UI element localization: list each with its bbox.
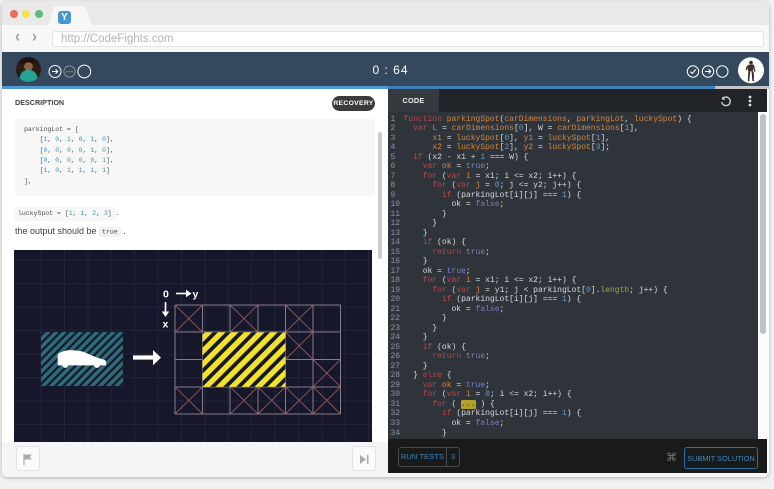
svg-text:x: x xyxy=(163,319,169,331)
svg-text:0: 0 xyxy=(163,289,169,301)
svg-text:y: y xyxy=(193,289,199,301)
